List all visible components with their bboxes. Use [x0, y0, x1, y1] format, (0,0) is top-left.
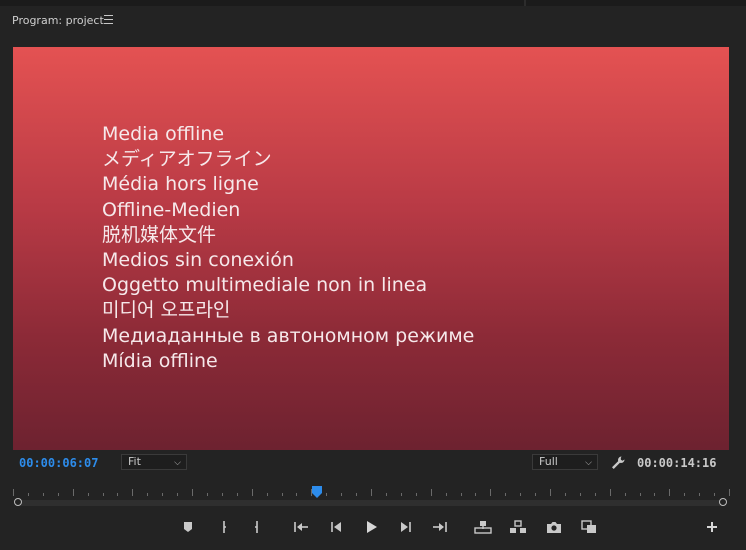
ruler-tick [326, 493, 328, 496]
offline-line-it: Oggetto multimediale non in linea [102, 274, 428, 297]
playhead-timecode[interactable]: 00:00:06:07 [19, 456, 98, 470]
ruler-tick [371, 489, 372, 496]
ruler-tick [281, 493, 283, 496]
ruler-tick [87, 493, 89, 496]
ruler-tick [609, 489, 611, 496]
ruler-tick [102, 493, 104, 496]
step-back-icon[interactable] [327, 519, 345, 535]
ruler-tick [535, 493, 537, 496]
ruler-tick [236, 493, 238, 496]
mark-in-icon[interactable] [216, 519, 234, 535]
ruler-tick [266, 493, 268, 496]
button-editor-plus-icon[interactable] [703, 519, 721, 535]
ruler-tick [177, 493, 179, 496]
scrollbar-left-handle[interactable] [14, 498, 22, 506]
ruler-tick [475, 493, 477, 496]
ruler-tick [13, 489, 14, 496]
duration-timecode: 00:00:14:16 [637, 456, 717, 470]
hamburger-menu-icon[interactable] [104, 15, 113, 24]
playback-resolution-select[interactable]: Full ⌵ [532, 454, 598, 470]
ruler-tick [445, 493, 447, 496]
ruler-tick [206, 493, 208, 496]
ruler-tick [564, 493, 566, 496]
offline-line-es: Medios sin conexión [102, 249, 294, 272]
offline-line-pt: Mídia offline [102, 349, 218, 372]
step-forward-icon[interactable] [397, 519, 415, 535]
lift-icon[interactable] [474, 519, 492, 535]
ruler-tick [639, 493, 641, 496]
ruler-tick [430, 489, 432, 496]
offline-line-ja: メディアオフライン [102, 148, 272, 171]
offline-line-ru: Медиаданные в автономном режиме [102, 324, 475, 347]
media-offline-message: Media offline メディアオフライン Média hors ligne… [102, 122, 474, 374]
ruler-tick [669, 489, 671, 496]
ruler-tick [27, 493, 29, 496]
playback-resolution-value: Full [539, 455, 558, 468]
scrollbar-thumb[interactable] [19, 500, 723, 506]
ruler-tick [624, 493, 626, 496]
ruler-tick [341, 493, 343, 496]
wrench-icon[interactable] [610, 455, 626, 471]
mark-out-icon[interactable] [247, 519, 265, 535]
ruler-tick [385, 493, 387, 496]
program-monitor-viewer[interactable]: Media offline メディアオフライン Média hors ligne… [13, 47, 729, 450]
offline-line-en: Media offline [102, 123, 225, 145]
ruler-tick [400, 493, 402, 496]
ruler-tick [415, 493, 417, 496]
ruler-tick [579, 493, 581, 496]
ruler-tick [699, 493, 701, 496]
play-icon[interactable] [362, 519, 380, 535]
monitor-control-row: 00:00:06:07 Fit ⌵ Full ⌵ 00:00:14:16 [0, 452, 746, 474]
ruler-tick [132, 489, 134, 496]
zoom-level-value: Fit [128, 455, 141, 468]
go-to-out-icon[interactable] [431, 519, 449, 535]
ruler-tick [356, 493, 358, 496]
ruler-tick [192, 489, 193, 496]
ruler-tick [72, 489, 74, 496]
ruler-tick [594, 493, 596, 496]
offline-line-fr: Média hors ligne [102, 173, 259, 196]
offline-line-zh: 脱机媒体文件 [102, 223, 217, 246]
panel-title[interactable]: Program: project [12, 14, 104, 27]
ruler-tick [251, 489, 253, 496]
panel-header: Program: project [0, 6, 746, 34]
ruler-tick [147, 493, 149, 496]
playhead-icon[interactable] [311, 483, 323, 498]
ruler-tick [117, 493, 119, 496]
extract-icon[interactable] [509, 519, 527, 535]
time-ruler[interactable] [13, 482, 730, 496]
compare-view-icon[interactable] [580, 519, 598, 535]
go-to-in-icon[interactable] [292, 519, 310, 535]
ruler-tick [714, 493, 716, 496]
ruler-tick [221, 493, 223, 496]
chevron-down-icon: ⌵ [585, 458, 592, 468]
offline-line-de: Offline-Medien [102, 198, 241, 221]
zoom-scrollbar[interactable] [13, 497, 729, 509]
ruler-tick [520, 493, 522, 496]
ruler-tick [57, 493, 59, 496]
ruler-tick [490, 489, 492, 496]
ruler-tick [684, 493, 686, 496]
ruler-tick [42, 493, 44, 496]
ruler-tick [550, 489, 551, 496]
ruler-tick [505, 493, 507, 496]
ruler-tick [460, 493, 462, 496]
zoom-level-select[interactable]: Fit ⌵ [121, 454, 187, 470]
offline-line-ko: 미디어 오프라인 [102, 299, 231, 322]
ruler-tick [729, 489, 730, 496]
scrollbar-right-handle[interactable] [719, 498, 727, 506]
export-frame-icon[interactable] [545, 519, 563, 535]
ruler-tick [654, 493, 656, 496]
transport-controls [0, 515, 746, 539]
chevron-down-icon: ⌵ [174, 458, 181, 468]
ruler-tick [162, 493, 164, 496]
ruler-tick [296, 493, 298, 496]
add-marker-icon[interactable] [179, 519, 197, 535]
